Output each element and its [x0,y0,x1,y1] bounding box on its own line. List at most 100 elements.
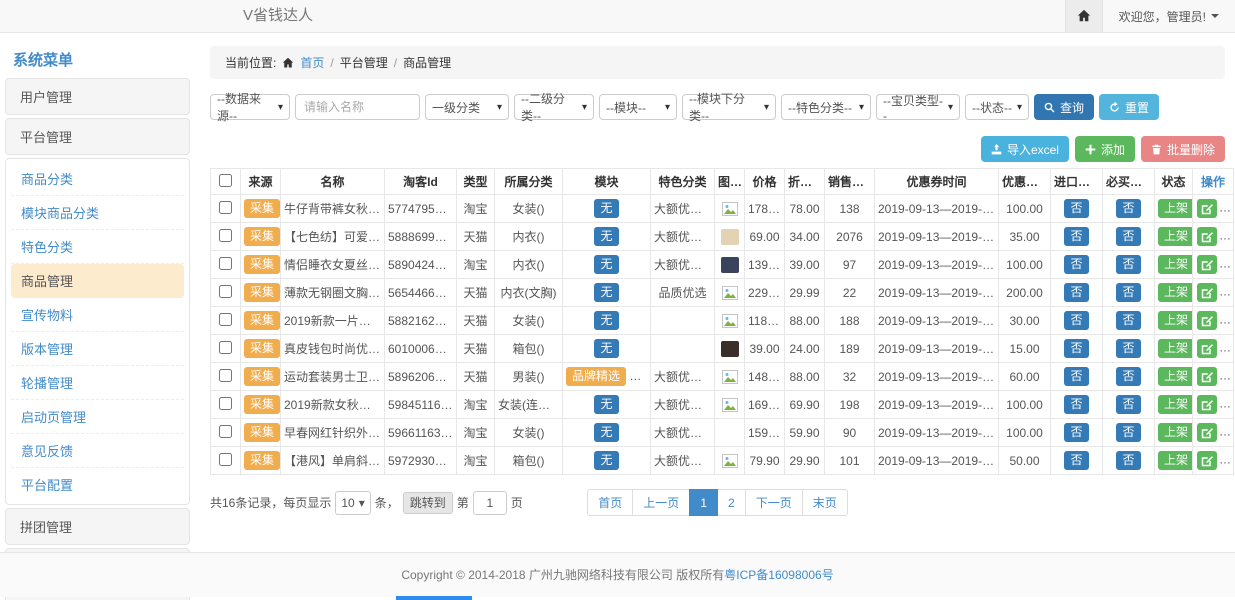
sidebar-item-商品管理[interactable]: 商品管理 [11,264,184,298]
page-button-末页[interactable]: 末页 [802,489,848,516]
column-header-优惠券金额: 优惠券金额 [999,169,1051,195]
name-search-input[interactable] [295,94,420,120]
edit-button[interactable] [1197,339,1217,358]
import-select-badge[interactable]: 否 [1064,199,1088,217]
module-cell: 无 [563,335,651,363]
edit-button[interactable] [1197,395,1217,414]
sidebar-item-拼团管理[interactable]: 拼团管理 [5,508,190,545]
filter-select-status[interactable]: --状态--▾ [965,94,1029,120]
user-menu[interactable]: 欢迎您，管理员! [1103,8,1235,25]
filter-select-category1[interactable]: 一级分类▾ [425,94,509,120]
must-buy-badge[interactable]: 否 [1116,283,1140,301]
sales-count-cell: 198 [825,391,875,419]
status-badge[interactable]: 上架 [1158,227,1193,245]
category-cell: 女装() [495,195,563,223]
status-badge[interactable]: 上架 [1158,283,1193,301]
row-checkbox[interactable] [219,229,232,242]
row-checkbox[interactable] [219,397,232,410]
edit-button[interactable] [1197,451,1217,470]
status-badge[interactable]: 上架 [1158,367,1193,385]
import-select-badge[interactable]: 否 [1064,367,1088,385]
jump-page-input[interactable] [473,491,507,515]
row-checkbox[interactable] [219,285,232,298]
source-badge: 采集 [244,367,280,385]
sidebar-item-平台管理[interactable]: 平台管理 [5,118,190,155]
page-button-2[interactable]: 2 [717,489,746,516]
edit-button[interactable] [1197,227,1217,246]
must-buy-badge[interactable]: 否 [1116,311,1140,329]
icp-link[interactable]: 粤ICP备16098006号 [724,568,833,582]
import-select-badge[interactable]: 否 [1064,227,1088,245]
status-badge[interactable]: 上架 [1158,395,1193,413]
status-badge[interactable]: 上架 [1158,423,1193,441]
module-cell: 无 [563,251,651,279]
import-select-badge[interactable]: 否 [1064,255,1088,273]
sidebar-item-启动页管理[interactable]: 启动页管理 [11,400,184,434]
status-badge[interactable]: 上架 [1158,199,1193,217]
sidebar-item-平台配置[interactable]: 平台配置 [11,468,184,501]
add-button[interactable]: 添加 [1075,136,1135,162]
import-select-badge[interactable]: 否 [1064,339,1088,357]
sidebar-item-用户管理[interactable]: 用户管理 [5,78,190,115]
page-button-下一页[interactable]: 下一页 [745,489,803,516]
must-buy-badge[interactable]: 否 [1116,339,1140,357]
row-checkbox[interactable] [219,453,232,466]
reset-button[interactable]: 重置 [1099,94,1159,120]
sidebar-item-版本管理[interactable]: 版本管理 [11,332,184,366]
row-checkbox[interactable] [219,425,232,438]
broken-image-icon [722,286,738,300]
select-all-checkbox[interactable] [219,174,232,187]
page-button-1[interactable]: 1 [689,489,718,516]
sidebar-item-特色分类[interactable]: 特色分类 [11,230,184,264]
import-select-badge[interactable]: 否 [1064,451,1088,469]
must-buy-badge[interactable]: 否 [1116,255,1140,273]
icon-cell [715,447,745,475]
must-buy-badge[interactable]: 否 [1116,367,1140,385]
import-select-badge[interactable]: 否 [1064,311,1088,329]
sidebar-item-宣传物料[interactable]: 宣传物料 [11,298,184,332]
page-size-select[interactable]: 10 ▾ [335,491,370,515]
type-cell: 天猫 [457,279,495,307]
must-buy-badge[interactable]: 否 [1116,227,1140,245]
sidebar-item-模块商品分类[interactable]: 模块商品分类 [11,196,184,230]
import-select-badge[interactable]: 否 [1064,283,1088,301]
edit-button[interactable] [1197,367,1217,386]
row-checkbox[interactable] [219,201,232,214]
edit-button[interactable] [1197,311,1217,330]
must-buy-badge[interactable]: 否 [1116,395,1140,413]
edit-button[interactable] [1197,255,1217,274]
filter-select-item-type[interactable]: --宝贝类型--▾ [876,94,960,120]
row-checkbox[interactable] [219,313,232,326]
filter-select-module[interactable]: --模块--▾ [599,94,677,120]
query-button[interactable]: 查询 [1034,94,1094,120]
breadcrumb-home-link[interactable]: 首页 [300,54,324,71]
page-button-首页[interactable]: 首页 [587,489,633,516]
home-button[interactable] [1065,0,1103,32]
must-buy-badge[interactable]: 否 [1116,423,1140,441]
status-badge[interactable]: 上架 [1158,255,1193,273]
jump-to-button[interactable]: 跳转到 [403,492,453,514]
row-checkbox[interactable] [219,341,232,354]
row-checkbox[interactable] [219,369,232,382]
import-select-badge[interactable]: 否 [1064,395,1088,413]
filter-select-feature-category[interactable]: --特色分类--▾ [781,94,871,120]
batch-delete-button[interactable]: 批量删除 [1141,136,1225,162]
status-badge[interactable]: 上架 [1158,339,1193,357]
sidebar-item-轮播管理[interactable]: 轮播管理 [11,366,184,400]
edit-button[interactable] [1197,283,1217,302]
row-checkbox[interactable] [219,257,232,270]
page-button-上一页[interactable]: 上一页 [632,489,690,516]
filter-select-module-subcategory[interactable]: --模块下分类--▾ [682,94,776,120]
filter-select-data-source[interactable]: --数据来源--▾ [210,94,290,120]
edit-button[interactable] [1197,199,1217,218]
sidebar-item-商品分类[interactable]: 商品分类 [11,162,184,196]
must-buy-badge[interactable]: 否 [1116,451,1140,469]
import-select-badge[interactable]: 否 [1064,423,1088,441]
must-buy-badge[interactable]: 否 [1116,199,1140,217]
import-excel-button[interactable]: 导入excel [981,136,1069,162]
filter-select-category2[interactable]: --二级分类--▾ [514,94,594,120]
status-badge[interactable]: 上架 [1158,451,1193,469]
sidebar-item-意见反馈[interactable]: 意见反馈 [11,434,184,468]
edit-button[interactable] [1197,423,1217,442]
status-badge[interactable]: 上架 [1158,311,1193,329]
